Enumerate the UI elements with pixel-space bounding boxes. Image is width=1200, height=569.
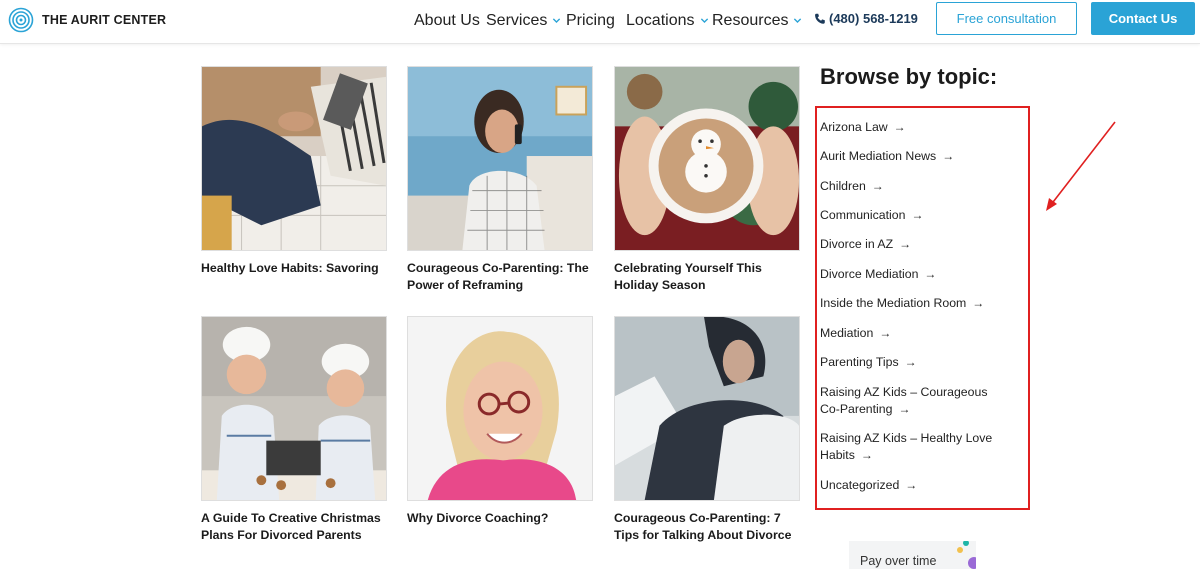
coach-portrait-image: [408, 317, 592, 500]
topic-link[interactable]: Communication →: [820, 207, 1020, 224]
promo-text: Pay over time: [860, 554, 937, 568]
topic-label: Communication: [820, 208, 906, 222]
arrow-right-icon: →: [924, 267, 937, 281]
arrow-right-icon: →: [942, 149, 955, 163]
topic-link[interactable]: Children →: [820, 178, 1020, 195]
nav-label: Locations: [626, 12, 695, 29]
arrow-right-icon: →: [860, 448, 873, 462]
chevron-down-icon: [553, 18, 561, 23]
topic-link[interactable]: Uncategorized →: [820, 477, 1020, 494]
pay-over-time-banner[interactable]: Pay over time: [849, 541, 976, 569]
topic-label: Children: [820, 179, 866, 193]
decorative-dots-icon: [957, 541, 976, 569]
nav-label: Resources: [712, 12, 789, 29]
topic-link[interactable]: Mediation →: [820, 325, 1020, 342]
arrow-right-icon: →: [871, 179, 884, 193]
annotation-arrow-icon: [1046, 121, 1116, 211]
post-card[interactable]: Celebrating Yourself This Holiday Season: [614, 66, 800, 294]
topic-link[interactable]: Divorce in AZ →: [820, 236, 1020, 253]
post-thumbnail[interactable]: [201, 316, 387, 501]
topic-label: Aurit Mediation News: [820, 149, 937, 163]
post-title[interactable]: A Guide To Creative Christmas Plans For …: [201, 510, 387, 544]
topic-label: Parenting Tips: [820, 355, 899, 369]
topic-link[interactable]: Parenting Tips →: [820, 354, 1020, 371]
nav-label: Services: [486, 12, 548, 29]
nav-resources[interactable]: Resources: [712, 12, 802, 30]
topic-link[interactable]: Inside the Mediation Room →: [820, 295, 1020, 312]
topic-label: Uncategorized: [820, 478, 900, 492]
topic-label: Mediation: [820, 326, 874, 340]
brand-name: THE AURIT CENTER: [42, 13, 167, 27]
post-thumbnail[interactable]: [407, 66, 593, 251]
topic-label: Arizona Law: [820, 120, 888, 134]
chevron-down-icon: [700, 18, 708, 23]
arrow-right-icon: →: [911, 208, 924, 222]
post-title[interactable]: Celebrating Yourself This Holiday Season: [614, 260, 800, 294]
couple-reading-image: [202, 67, 386, 250]
post-thumbnail[interactable]: [614, 316, 800, 501]
post-title[interactable]: Why Divorce Coaching?: [407, 510, 593, 527]
nav-pricing[interactable]: Pricing: [566, 12, 615, 30]
arrow-right-icon: →: [899, 237, 912, 251]
topic-link[interactable]: Raising AZ Kids – Healthy Love Habits →: [820, 430, 1005, 464]
chevron-down-icon: [794, 18, 802, 23]
post-title[interactable]: Courageous Co-Parenting: 7 Tips for Talk…: [614, 510, 800, 544]
topic-link[interactable]: Raising AZ Kids – Courageous Co-Parentin…: [820, 384, 1005, 418]
post-card[interactable]: Why Divorce Coaching?: [407, 316, 593, 527]
post-thumbnail[interactable]: [614, 66, 800, 251]
arrow-right-icon: →: [904, 355, 917, 369]
kids-baking-image: [202, 317, 386, 500]
contact-us-button[interactable]: Contact Us: [1091, 2, 1195, 35]
topic-link[interactable]: Arizona Law →: [820, 119, 1020, 136]
post-card[interactable]: Healthy Love Habits: Savoring: [201, 66, 387, 277]
post-card[interactable]: Courageous Co-Parenting: The Power of Re…: [407, 66, 593, 294]
nav-about-us[interactable]: About Us: [414, 12, 480, 30]
snowman-cocoa-image: [615, 67, 799, 250]
topic-link[interactable]: Aurit Mediation News →: [820, 148, 1020, 165]
topic-label: Inside the Mediation Room: [820, 296, 967, 310]
topic-label: Raising AZ Kids – Healthy Love Habits: [820, 431, 993, 462]
arrow-right-icon: →: [893, 120, 906, 134]
nav-locations[interactable]: Locations: [626, 12, 709, 30]
arrow-right-icon: →: [972, 296, 985, 310]
topic-label: Divorce in AZ: [820, 237, 894, 251]
nav-label: About Us: [414, 12, 480, 29]
phone-link[interactable]: (480) 568-1219: [814, 11, 918, 26]
site-logo[interactable]: THE AURIT CENTER: [8, 7, 166, 33]
post-thumbnail[interactable]: [407, 316, 593, 501]
post-card[interactable]: Courageous Co-Parenting: 7 Tips for Talk…: [614, 316, 800, 544]
post-card[interactable]: A Guide To Creative Christmas Plans For …: [201, 316, 387, 544]
phone-number: (480) 568-1219: [829, 11, 918, 26]
couple-talking-image: [615, 317, 799, 500]
topic-label: Divorce Mediation: [820, 267, 919, 281]
arrow-right-icon: →: [905, 478, 918, 492]
browse-by-topic-heading: Browse by topic:: [820, 64, 998, 89]
arrow-right-icon: →: [879, 326, 892, 340]
logo-spiral-icon: [8, 7, 34, 33]
post-title[interactable]: Healthy Love Habits: Savoring: [201, 260, 387, 277]
site-header: THE AURIT CENTER About Us Services Prici…: [0, 0, 1200, 44]
topic-link[interactable]: Divorce Mediation →: [820, 266, 1020, 283]
nav-services[interactable]: Services: [486, 12, 561, 30]
phone-icon: [815, 13, 825, 24]
woman-on-phone-image: [408, 67, 592, 250]
post-thumbnail[interactable]: [201, 66, 387, 251]
arrow-right-icon: →: [898, 402, 911, 416]
nav-label: Pricing: [566, 12, 615, 29]
free-consultation-button[interactable]: Free consultation: [936, 2, 1077, 35]
post-title[interactable]: Courageous Co-Parenting: The Power of Re…: [407, 260, 593, 294]
